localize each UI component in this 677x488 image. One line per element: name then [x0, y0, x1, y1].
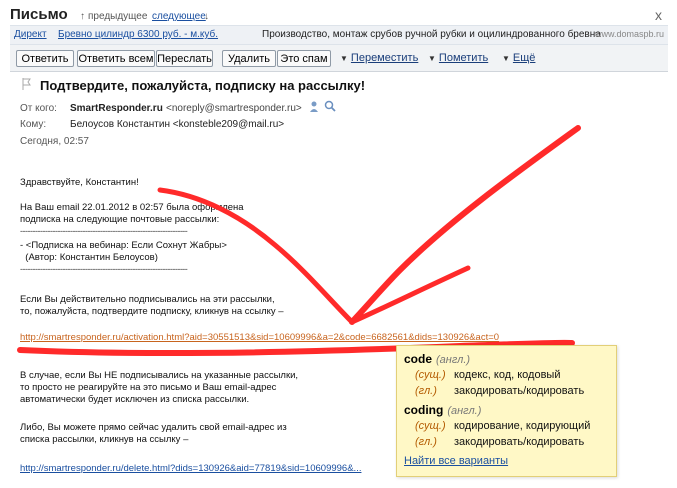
- dictionary-popup: code (англ.) (сущ.) кодекс, код, кодовый …: [396, 345, 617, 477]
- popup-word: code (англ.): [404, 352, 471, 366]
- part-of-speech: (сущ.): [415, 420, 446, 432]
- part-of-speech: (гл.): [415, 385, 437, 397]
- translation: закодировать/кодировать: [454, 436, 585, 448]
- translation: кодирование, кодирующий: [454, 420, 591, 432]
- popup-word: coding (англ.): [404, 403, 482, 417]
- part-of-speech: (гл.): [415, 436, 437, 448]
- find-all-variants-link[interactable]: Найти все варианты: [404, 455, 508, 467]
- part-of-speech: (сущ.): [415, 369, 446, 381]
- translation: кодекс, код, кодовый: [454, 369, 561, 381]
- translation: закодировать/кодировать: [454, 385, 585, 397]
